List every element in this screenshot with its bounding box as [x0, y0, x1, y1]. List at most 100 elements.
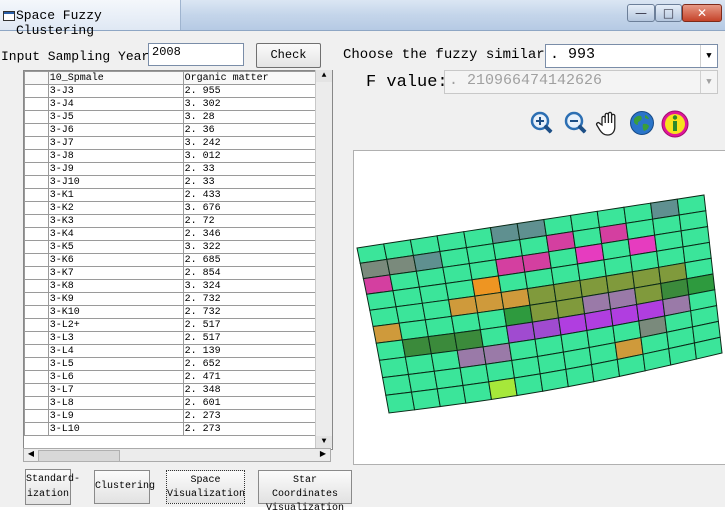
- organic-matter-cell[interactable]: 2. 471: [182, 370, 317, 384]
- row-selector[interactable]: [24, 188, 49, 202]
- organic-matter-cell[interactable]: 3. 322: [182, 240, 317, 254]
- row-selector[interactable]: [24, 201, 49, 215]
- similarity-select[interactable]: . 993 ▼: [545, 44, 718, 68]
- table-row[interactable]: 3-J92. 3384: [24, 162, 332, 176]
- scroll-up-icon[interactable]: ▲: [316, 70, 332, 82]
- table-row[interactable]: 3-K62. 68514: [24, 253, 332, 267]
- table-row[interactable]: 3-K42. 34693: [24, 227, 332, 241]
- table-row[interactable]: 3-K102. 73298: [24, 305, 332, 319]
- table-row[interactable]: 3-J62. 3696: [24, 123, 332, 137]
- row-selector[interactable]: [24, 396, 49, 410]
- row-selector[interactable]: [24, 97, 49, 111]
- table-row[interactable]: 3-J73. 24296: [24, 136, 332, 150]
- row-selector[interactable]: [24, 84, 49, 98]
- row-selector[interactable]: [24, 370, 49, 384]
- table-row[interactable]: 3-J53. 2810: [24, 110, 332, 124]
- organic-matter-cell[interactable]: 2. 72: [182, 214, 317, 228]
- chevron-down-icon[interactable]: ▼: [700, 45, 717, 67]
- sample-cell[interactable]: 3-K1: [47, 188, 184, 202]
- zoom-in-icon[interactable]: [529, 110, 555, 136]
- table-row[interactable]: 3-L62. 47110: [24, 370, 332, 384]
- organic-matter-cell[interactable]: 2. 346: [182, 227, 317, 241]
- globe-icon[interactable]: [629, 110, 655, 136]
- organic-matter-cell[interactable]: 2. 732: [182, 305, 317, 319]
- sample-cell[interactable]: 3-K8: [47, 279, 184, 293]
- scroll-down-icon[interactable]: ▼: [316, 436, 332, 448]
- organic-matter-cell[interactable]: 2. 139: [182, 344, 317, 358]
- table-row[interactable]: 3-J43. 30299: [24, 97, 332, 111]
- row-selector[interactable]: [24, 331, 49, 345]
- table-row[interactable]: 3-L32. 51710: [24, 331, 332, 345]
- organic-matter-cell[interactable]: 2. 517: [182, 331, 317, 345]
- standardization-button[interactable]: Standard- ization: [25, 469, 80, 505]
- organic-matter-cell[interactable]: 3. 324: [182, 279, 317, 293]
- table-row[interactable]: 3-L102. 27381: [24, 422, 332, 436]
- row-selector[interactable]: [24, 214, 49, 228]
- organic-matter-cell[interactable]: 3. 012: [182, 149, 317, 163]
- sample-cell[interactable]: 3-J9: [47, 162, 184, 176]
- table-row[interactable]: 3-K83. 32410: [24, 279, 332, 293]
- sample-cell[interactable]: 3-K10: [47, 305, 184, 319]
- sample-cell[interactable]: 3-K4: [47, 227, 184, 241]
- organic-matter-cell[interactable]: 2. 685: [182, 253, 317, 267]
- row-selector[interactable]: [24, 318, 49, 332]
- organic-matter-cell[interactable]: 3. 242: [182, 136, 317, 150]
- sampling-year-input[interactable]: 2008: [148, 43, 244, 66]
- row-selector[interactable]: [24, 110, 49, 124]
- sample-cell[interactable]: 3-J7: [47, 136, 184, 150]
- sample-cell[interactable]: 3-L3: [47, 331, 184, 345]
- organic-matter-cell[interactable]: 2. 652: [182, 357, 317, 371]
- table-row[interactable]: 3-L72. 34898: [24, 383, 332, 397]
- row-selector[interactable]: [24, 383, 49, 397]
- sample-cell[interactable]: 3-K2: [47, 201, 184, 215]
- row-selector[interactable]: [24, 409, 49, 423]
- row-selector[interactable]: [24, 149, 49, 163]
- row-selector[interactable]: [24, 279, 49, 293]
- column-header-sample[interactable]: 10_Spmale: [47, 71, 184, 85]
- row-selector[interactable]: [24, 162, 49, 176]
- table-row[interactable]: 3-L82. 60110: [24, 396, 332, 410]
- row-selector[interactable]: [24, 305, 49, 319]
- organic-matter-cell[interactable]: 3. 28: [182, 110, 317, 124]
- organic-matter-cell[interactable]: 2. 273: [182, 422, 317, 436]
- row-selector[interactable]: [24, 136, 49, 150]
- sample-cell[interactable]: 3-K5: [47, 240, 184, 254]
- sample-cell[interactable]: 3-J6: [47, 123, 184, 137]
- table-row[interactable]: 3-J102. 3390: [24, 175, 332, 189]
- scroll-thumb[interactable]: [38, 450, 120, 462]
- row-selector[interactable]: [24, 240, 49, 254]
- table-vertical-scrollbar[interactable]: ▲ ▼: [315, 70, 332, 448]
- organic-matter-cell[interactable]: 2. 955: [182, 84, 317, 98]
- organic-matter-cell[interactable]: 2. 33: [182, 175, 317, 189]
- pan-hand-icon[interactable]: [594, 109, 624, 139]
- sample-cell[interactable]: 3-L5: [47, 357, 184, 371]
- sample-cell[interactable]: 3-J4: [47, 97, 184, 111]
- sample-cell[interactable]: 3-L9: [47, 409, 184, 423]
- row-selector[interactable]: [24, 266, 49, 280]
- space-visualization-button[interactable]: Space Visualization: [166, 470, 245, 504]
- sample-cell[interactable]: 3-J10: [47, 175, 184, 189]
- organic-matter-cell[interactable]: 2. 433: [182, 188, 317, 202]
- sample-cell[interactable]: 3-L8: [47, 396, 184, 410]
- organic-matter-cell[interactable]: 2. 348: [182, 383, 317, 397]
- sample-cell[interactable]: 3-J3: [47, 84, 184, 98]
- sample-cell[interactable]: 3-J5: [47, 110, 184, 124]
- organic-matter-cell[interactable]: 2. 36: [182, 123, 317, 137]
- minimize-button[interactable]: —: [627, 4, 655, 22]
- maximize-button[interactable]: □: [655, 4, 682, 22]
- close-button[interactable]: ✕: [682, 4, 722, 22]
- sample-cell[interactable]: 3-K6: [47, 253, 184, 267]
- table-row[interactable]: 3-J32. 95510: [24, 84, 332, 98]
- sample-cell[interactable]: 3-L6: [47, 370, 184, 384]
- table-horizontal-scrollbar[interactable]: ◀ ▶: [23, 448, 331, 462]
- table-row[interactable]: 3-K92. 73210: [24, 292, 332, 306]
- scroll-right-icon[interactable]: ▶: [316, 449, 330, 461]
- organic-matter-cell[interactable]: 3. 676: [182, 201, 317, 215]
- organic-matter-cell[interactable]: 2. 517: [182, 318, 317, 332]
- organic-matter-cell[interactable]: 2. 732: [182, 292, 317, 306]
- table-row[interactable]: 3-K72. 85499: [24, 266, 332, 280]
- table-row[interactable]: 3-K53. 32210: [24, 240, 332, 254]
- organic-matter-cell[interactable]: 3. 302: [182, 97, 317, 111]
- sample-cell[interactable]: 3-J8: [47, 149, 184, 163]
- sample-cell[interactable]: 3-K7: [47, 266, 184, 280]
